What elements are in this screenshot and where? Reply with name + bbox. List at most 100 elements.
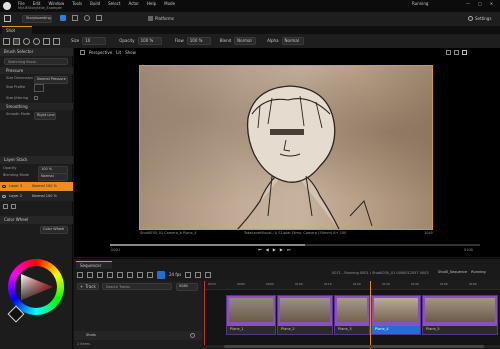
step-forward-icon[interactable]: ▶ [280,248,283,252]
color-mode-dropdown[interactable]: Color Wheel [40,226,68,234]
fps-dropdown[interactable]: 24 fps [169,273,181,277]
shot-section[interactable]: Plane_3 [334,295,370,335]
viewport[interactable]: Perspective Lit Show Shot0030_01 Camera_… [74,48,500,257]
save-icon[interactable] [4,15,11,22]
viewport-info-center: TakeLevelVisual / A S1/plat Filmx: Camer… [244,231,347,235]
platforms-button[interactable]: Platforms [148,16,174,21]
playback-range-icon[interactable] [185,272,192,278]
eye-icon[interactable] [2,195,6,198]
fill-icon[interactable] [53,37,60,45]
settings-button[interactable]: Settings [468,16,491,21]
tool-icon[interactable] [60,15,66,21]
maximize-icon[interactable]: □ [478,2,482,6]
items-count: 1 items [77,342,91,346]
shot-thumbnail [374,298,418,322]
sequencer-tab[interactable]: Sequencer [76,261,112,269]
step-back-icon[interactable]: ◀ [266,248,269,252]
eraser-icon[interactable] [43,37,50,45]
alpha-label: Alpha [267,38,279,43]
undo-icon[interactable] [23,37,30,45]
jitter-checkbox[interactable] [34,96,38,100]
camera-lock-icon[interactable] [87,272,93,278]
menu-item-select[interactable]: Select [108,2,120,6]
tool-icon[interactable] [72,15,78,21]
curve-icon[interactable] [127,272,133,278]
play-icon[interactable]: ▶ [273,248,276,252]
timeline-area[interactable]: 0070 0080 0090 0100 0110 0120 0130 0140 … [204,281,500,349]
tab-shot[interactable]: Shot [2,26,32,34]
scrollbar-thumb[interactable] [224,345,484,348]
link-icon[interactable] [147,272,153,278]
perspective-button[interactable]: Perspective [89,50,112,55]
filter-icon[interactable] [137,272,143,278]
grid-snap-icon[interactable] [205,272,212,278]
size-dimension-dropdown[interactable]: Normal Pressure [34,76,68,84]
track-search-placeholder: Search Tracks [106,284,131,289]
blend-dropdown[interactable]: Normal [234,37,257,45]
size-profile-label: Size Profile [6,85,26,89]
viewport-menu-icon[interactable] [80,50,85,55]
lit-button[interactable]: Lit [116,50,121,55]
shot-section[interactable]: Plane_2 [277,295,333,335]
add-track-button[interactable]: + Track [77,283,99,290]
menu-item-help[interactable]: Help [147,2,156,6]
shot-sequence-label: Shot0_Sequence [438,270,468,274]
layer-row[interactable]: Layer 3 Normal 100 % [0,182,73,191]
ruler-tick-label: 0110 [324,282,332,286]
brush-dropdown[interactable]: Sketching Brush [4,58,68,65]
storyboard-frame[interactable] [139,65,433,230]
menu-item-build[interactable]: Build [90,2,100,6]
storyboard-mode-icon[interactable] [157,271,165,279]
mode-dropdown-label: Storyboarding [26,16,51,21]
opacity-field[interactable]: 100 % [137,37,162,45]
shot-section[interactable]: Plane_5 [422,295,498,335]
flow-field[interactable]: 100 % [186,37,211,45]
menu-item-actor[interactable]: Actor [128,2,139,6]
camera-icon[interactable] [446,50,451,55]
shot-section-selected[interactable]: Plane_4 [371,295,421,335]
brush-tool-icon[interactable] [13,37,20,45]
layer-name: Layer 3 [9,184,23,188]
select-tool-icon[interactable] [3,37,10,45]
add-shot-icon[interactable] [190,333,195,338]
pressure-header[interactable]: Pressure [0,67,73,74]
shot-section[interactable]: Plane_1 [226,295,276,335]
close-icon[interactable]: ✕ [490,2,493,6]
maximize-viewport-icon[interactable] [462,50,467,55]
size-dimension-label: Size Dimension [6,76,33,80]
blending-mode-dropdown[interactable]: Normal [38,173,68,181]
minimize-icon[interactable]: — [466,2,470,6]
range-start-marker[interactable] [204,281,205,349]
redo-icon[interactable] [33,37,40,45]
add-layer-icon[interactable] [3,204,8,209]
delete-layer-icon[interactable] [11,204,16,209]
timeline-scrollbar[interactable] [204,345,500,348]
menu-item-tools[interactable]: Tools [72,2,82,6]
shots-track-row[interactable]: Shots [74,331,202,340]
current-frame-field[interactable]: 0080 [176,283,198,291]
grid-icon[interactable] [454,50,459,55]
track-search-input[interactable]: Search Tracks [102,283,172,290]
transform-icon[interactable] [195,272,202,278]
save-sequence-icon[interactable] [77,272,83,278]
eye-icon[interactable] [2,185,6,188]
tool-icon[interactable] [96,15,102,21]
mode-dropdown[interactable]: Storyboarding [22,15,52,23]
alpha-dropdown[interactable]: Normal [281,37,304,45]
size-profile-curve[interactable] [34,84,44,92]
layer-row[interactable]: Layer 2 Normal 100 % [0,192,73,201]
tool-icon[interactable] [84,15,90,21]
keyframe-icon[interactable] [107,272,113,278]
snap-icon[interactable] [117,272,123,278]
render-icon[interactable] [97,272,103,278]
smooth-mode-dropdown[interactable]: Right Line [34,112,56,120]
skip-end-icon[interactable]: ⏭ [287,248,291,252]
smoothing-header[interactable]: Smoothing [0,103,73,110]
size-field[interactable]: 10 [82,37,107,45]
show-button[interactable]: Show [125,50,136,55]
skip-start-icon[interactable]: ⏮ [258,248,262,252]
viewport-scrubber[interactable] [110,244,480,246]
menu-item-mode[interactable]: Mode [164,2,175,6]
time-ruler[interactable]: 0070 0080 0090 0100 0110 0120 0130 0140 … [204,281,500,290]
saturation-triangle[interactable] [15,266,57,308]
